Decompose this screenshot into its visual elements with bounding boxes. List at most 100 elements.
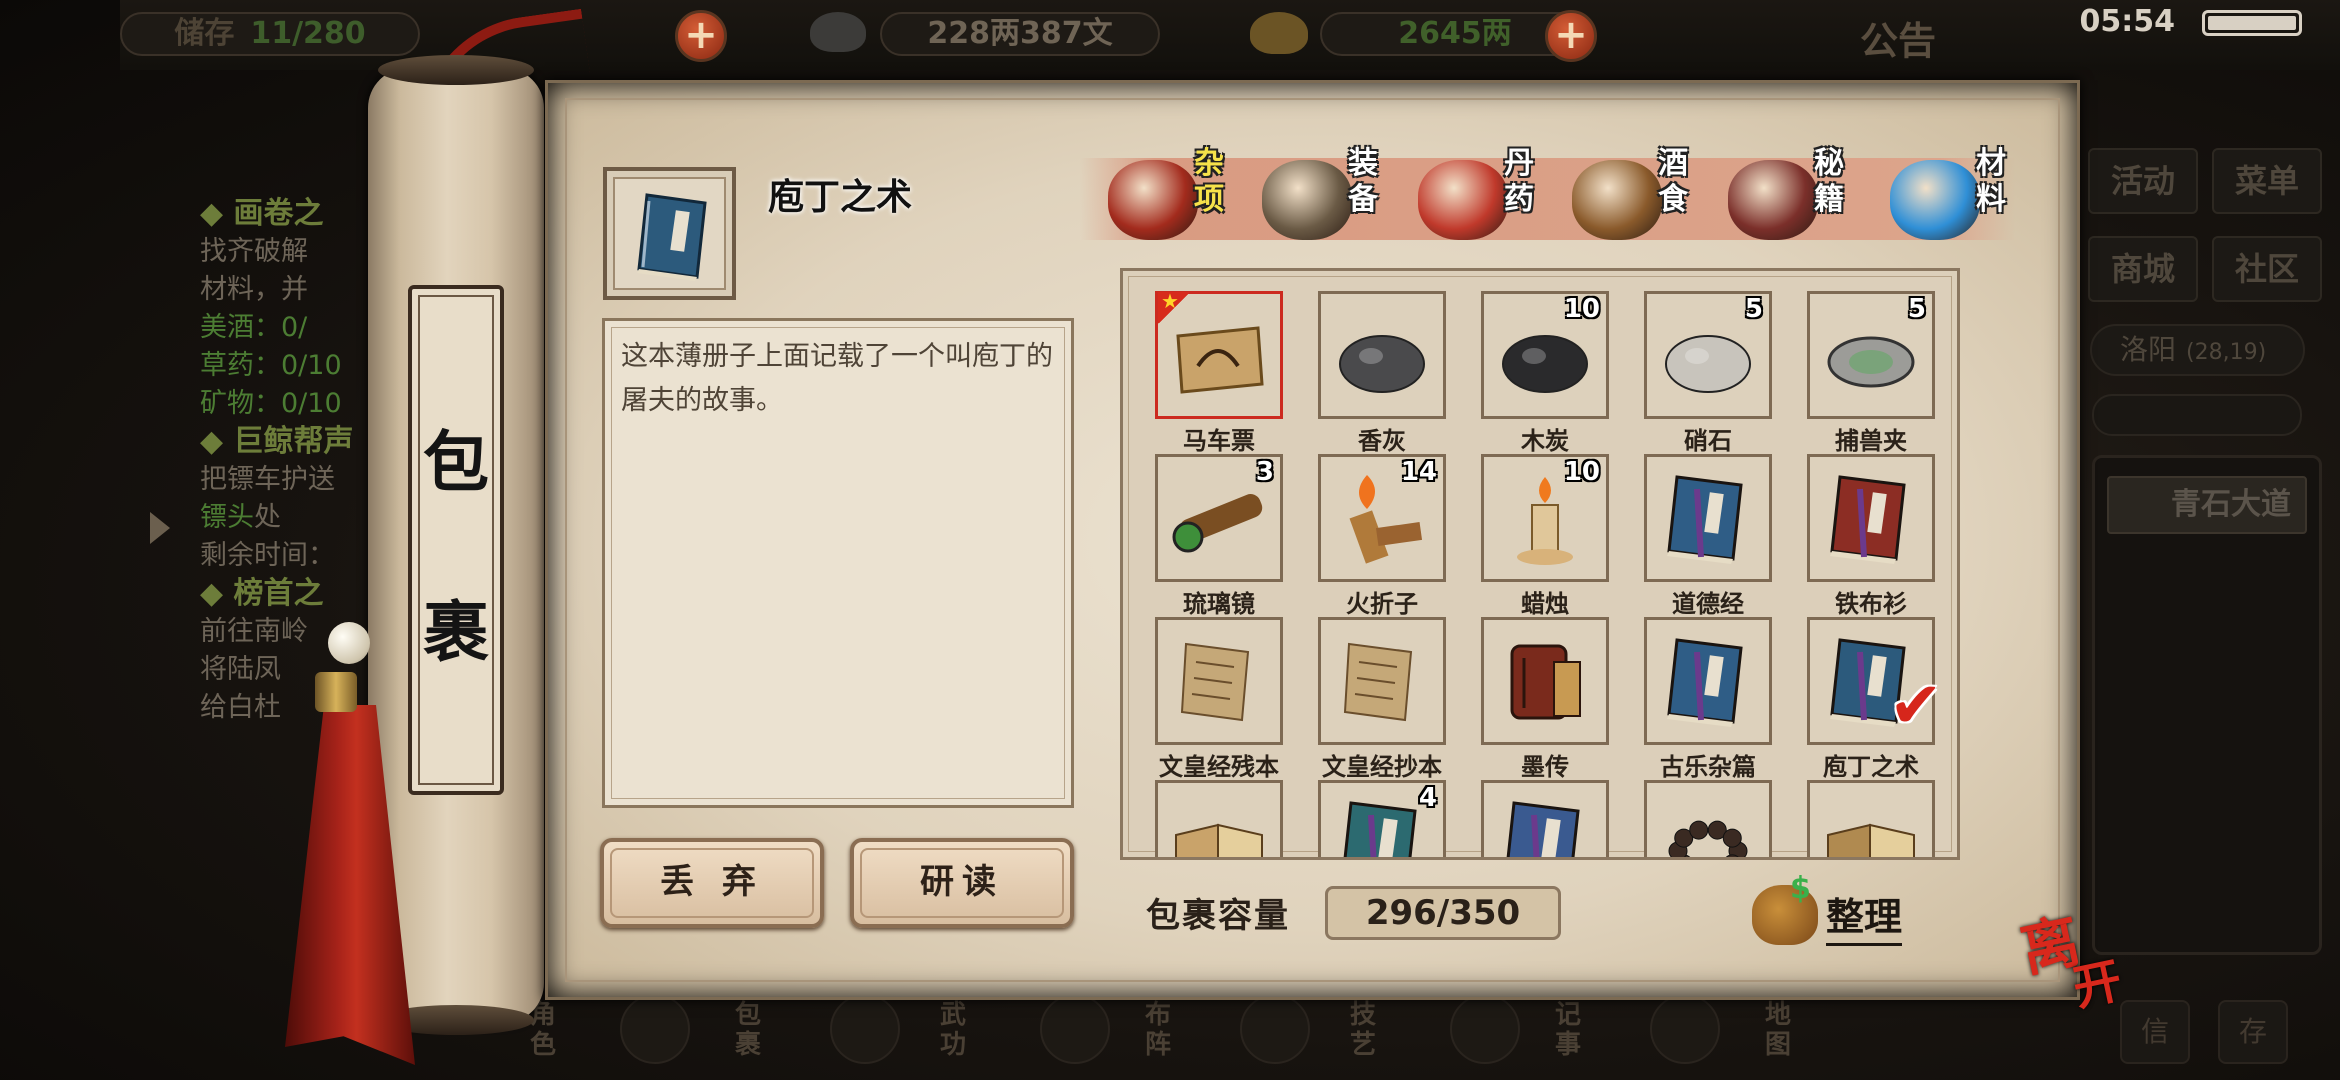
item-slot[interactable]: [1318, 291, 1446, 419]
category-tab[interactable]: 秘籍: [1728, 142, 1878, 252]
add-gold-button[interactable]: +: [1545, 10, 1597, 62]
item-name: 文皇经残本: [1159, 753, 1279, 781]
category-icon: [1728, 160, 1818, 240]
item-slot[interactable]: 14: [1318, 454, 1446, 582]
silver-amount: 228两387文: [880, 12, 1160, 56]
nav-martial[interactable]: 武功: [940, 1000, 980, 1060]
save-button[interactable]: 存: [2218, 1000, 2288, 1064]
menu-button[interactable]: 菜单: [2212, 148, 2322, 214]
item-slot[interactable]: 5: [1644, 291, 1772, 419]
item-quantity: 3: [1255, 457, 1274, 487]
quest-expand-arrow-icon[interactable]: [150, 512, 170, 544]
category-label: 材料: [1976, 146, 2006, 217]
item-name: 庖丁之术: [1823, 753, 1919, 781]
item-slot[interactable]: [1155, 780, 1283, 857]
nav-skill[interactable]: 技艺: [1350, 1000, 1390, 1060]
item-name: 蜡烛: [1521, 590, 1569, 618]
quest-line: 找齐破解: [200, 236, 308, 267]
category-icon: [1572, 160, 1662, 240]
leave-button[interactable]: 离 开: [2009, 889, 2151, 1031]
category-icon: [1108, 160, 1198, 240]
storage-label: 储存: [174, 16, 235, 51]
quest-line: 美酒：0/: [200, 312, 308, 343]
formation-nav-icon: [1040, 994, 1110, 1064]
discard-button[interactable]: 丢 弃: [600, 838, 824, 928]
book-teal-icon: [1343, 801, 1417, 857]
scroll-paper-icon: [1180, 642, 1250, 722]
nav-bag[interactable]: 包裹: [735, 1000, 775, 1060]
item-slot[interactable]: 5: [1807, 291, 1935, 419]
item-slot[interactable]: [1481, 780, 1609, 857]
item-slot[interactable]: [1318, 617, 1446, 745]
notice-button[interactable]: 公告: [1860, 10, 1936, 65]
item-quantity: 10: [1563, 457, 1600, 487]
item-slot[interactable]: [1644, 454, 1772, 582]
tassel-bead: [328, 622, 370, 664]
silver-ingot-icon: [810, 12, 866, 52]
nav-journal[interactable]: 记事: [1555, 1000, 1595, 1060]
category-tab[interactable]: 杂项: [1108, 142, 1258, 252]
sort-button[interactable]: 整理: [1826, 886, 1903, 946]
category-label: 丹药: [1504, 146, 1534, 217]
scroll-red-icon: [1510, 644, 1581, 720]
item-slot[interactable]: [1807, 780, 1935, 857]
nav-formation[interactable]: 布阵: [1145, 1000, 1185, 1060]
add-storage-button[interactable]: +: [675, 10, 727, 62]
item-slot[interactable]: [1481, 617, 1609, 745]
quest-line: 材料，并: [200, 274, 308, 305]
item-slot[interactable]: ★: [1155, 291, 1283, 419]
item-name: 道德经: [1672, 590, 1744, 618]
community-button[interactable]: 社区: [2212, 236, 2322, 302]
quest-title: ◆ 榜首之: [200, 576, 324, 611]
clock: 05:54: [2079, 4, 2176, 39]
category-tab[interactable]: 酒食: [1572, 142, 1722, 252]
book-blue-icon: [1506, 801, 1580, 857]
category-icon: [1418, 160, 1508, 240]
open-book-icon: [1827, 823, 1915, 857]
study-button[interactable]: 研读: [850, 838, 1074, 928]
book-blue-icon: [1667, 638, 1743, 727]
activity-button[interactable]: 活动: [2088, 148, 2198, 214]
item-slot[interactable]: 3: [1155, 454, 1283, 582]
item-description-box: 这本薄册子上面记载了一个叫庖丁的屠夫的故事。: [602, 318, 1074, 808]
money-bag-icon[interactable]: [1752, 871, 1818, 945]
item-slot[interactable]: [1644, 780, 1772, 857]
category-icon: [1890, 160, 1980, 240]
leave-calligraphy-icon: 离 开: [2015, 907, 2127, 1018]
journal-nav-icon: [1450, 994, 1520, 1064]
location-indicator: 洛阳 (28,19): [2090, 324, 2305, 376]
location-name: 洛阳: [2120, 333, 2177, 366]
item-name: 墨传: [1521, 753, 1569, 781]
telescope-icon: [1172, 494, 1263, 553]
item-name: 火折子: [1346, 590, 1418, 618]
scroll-title-char: 裹: [423, 593, 489, 671]
road-button[interactable]: 青石大道: [2107, 476, 2307, 534]
nav-character[interactable]: 角色: [530, 1000, 570, 1060]
svg-text:开: 开: [2068, 953, 2127, 1018]
item-slot[interactable]: [1807, 454, 1935, 582]
trap-icon: [1827, 336, 1915, 388]
mall-button[interactable]: 商城: [2088, 236, 2198, 302]
category-tab[interactable]: 丹药: [1418, 142, 1568, 252]
nav-map[interactable]: 地图: [1765, 1000, 1805, 1060]
item-name: 捕兽夹: [1835, 427, 1907, 455]
category-label: 杂项: [1194, 146, 1224, 217]
item-slot[interactable]: 10: [1481, 291, 1609, 419]
location-coords: (28,19): [2186, 340, 2267, 365]
category-tab[interactable]: 材料: [1890, 142, 2040, 252]
item-slot[interactable]: [1155, 617, 1283, 745]
gold-ingot-icon: [1250, 12, 1308, 54]
scroll-cap: [378, 55, 534, 85]
item-slot[interactable]: 10: [1481, 454, 1609, 582]
saltpeter-icon: [1665, 335, 1751, 393]
martial-nav-icon: [830, 994, 900, 1064]
scroll-title-char: 包: [423, 423, 489, 501]
item-slot[interactable]: 4: [1318, 780, 1446, 857]
book-blue-icon: [1667, 475, 1743, 564]
item-grid: ★ 马车票 香灰 10 木炭 5 硝石 5 捕兽夹 3 琉璃镜 14 火折子 10 蜡烛 道德经 铁布衫 文皇经残…: [1120, 268, 1960, 860]
item-slot[interactable]: [1644, 617, 1772, 745]
item-name: 马车票: [1183, 427, 1255, 455]
quest-line: 把镖车护送: [200, 464, 335, 495]
book-blue-icon: [637, 193, 707, 281]
category-tab[interactable]: 装备: [1262, 142, 1412, 252]
